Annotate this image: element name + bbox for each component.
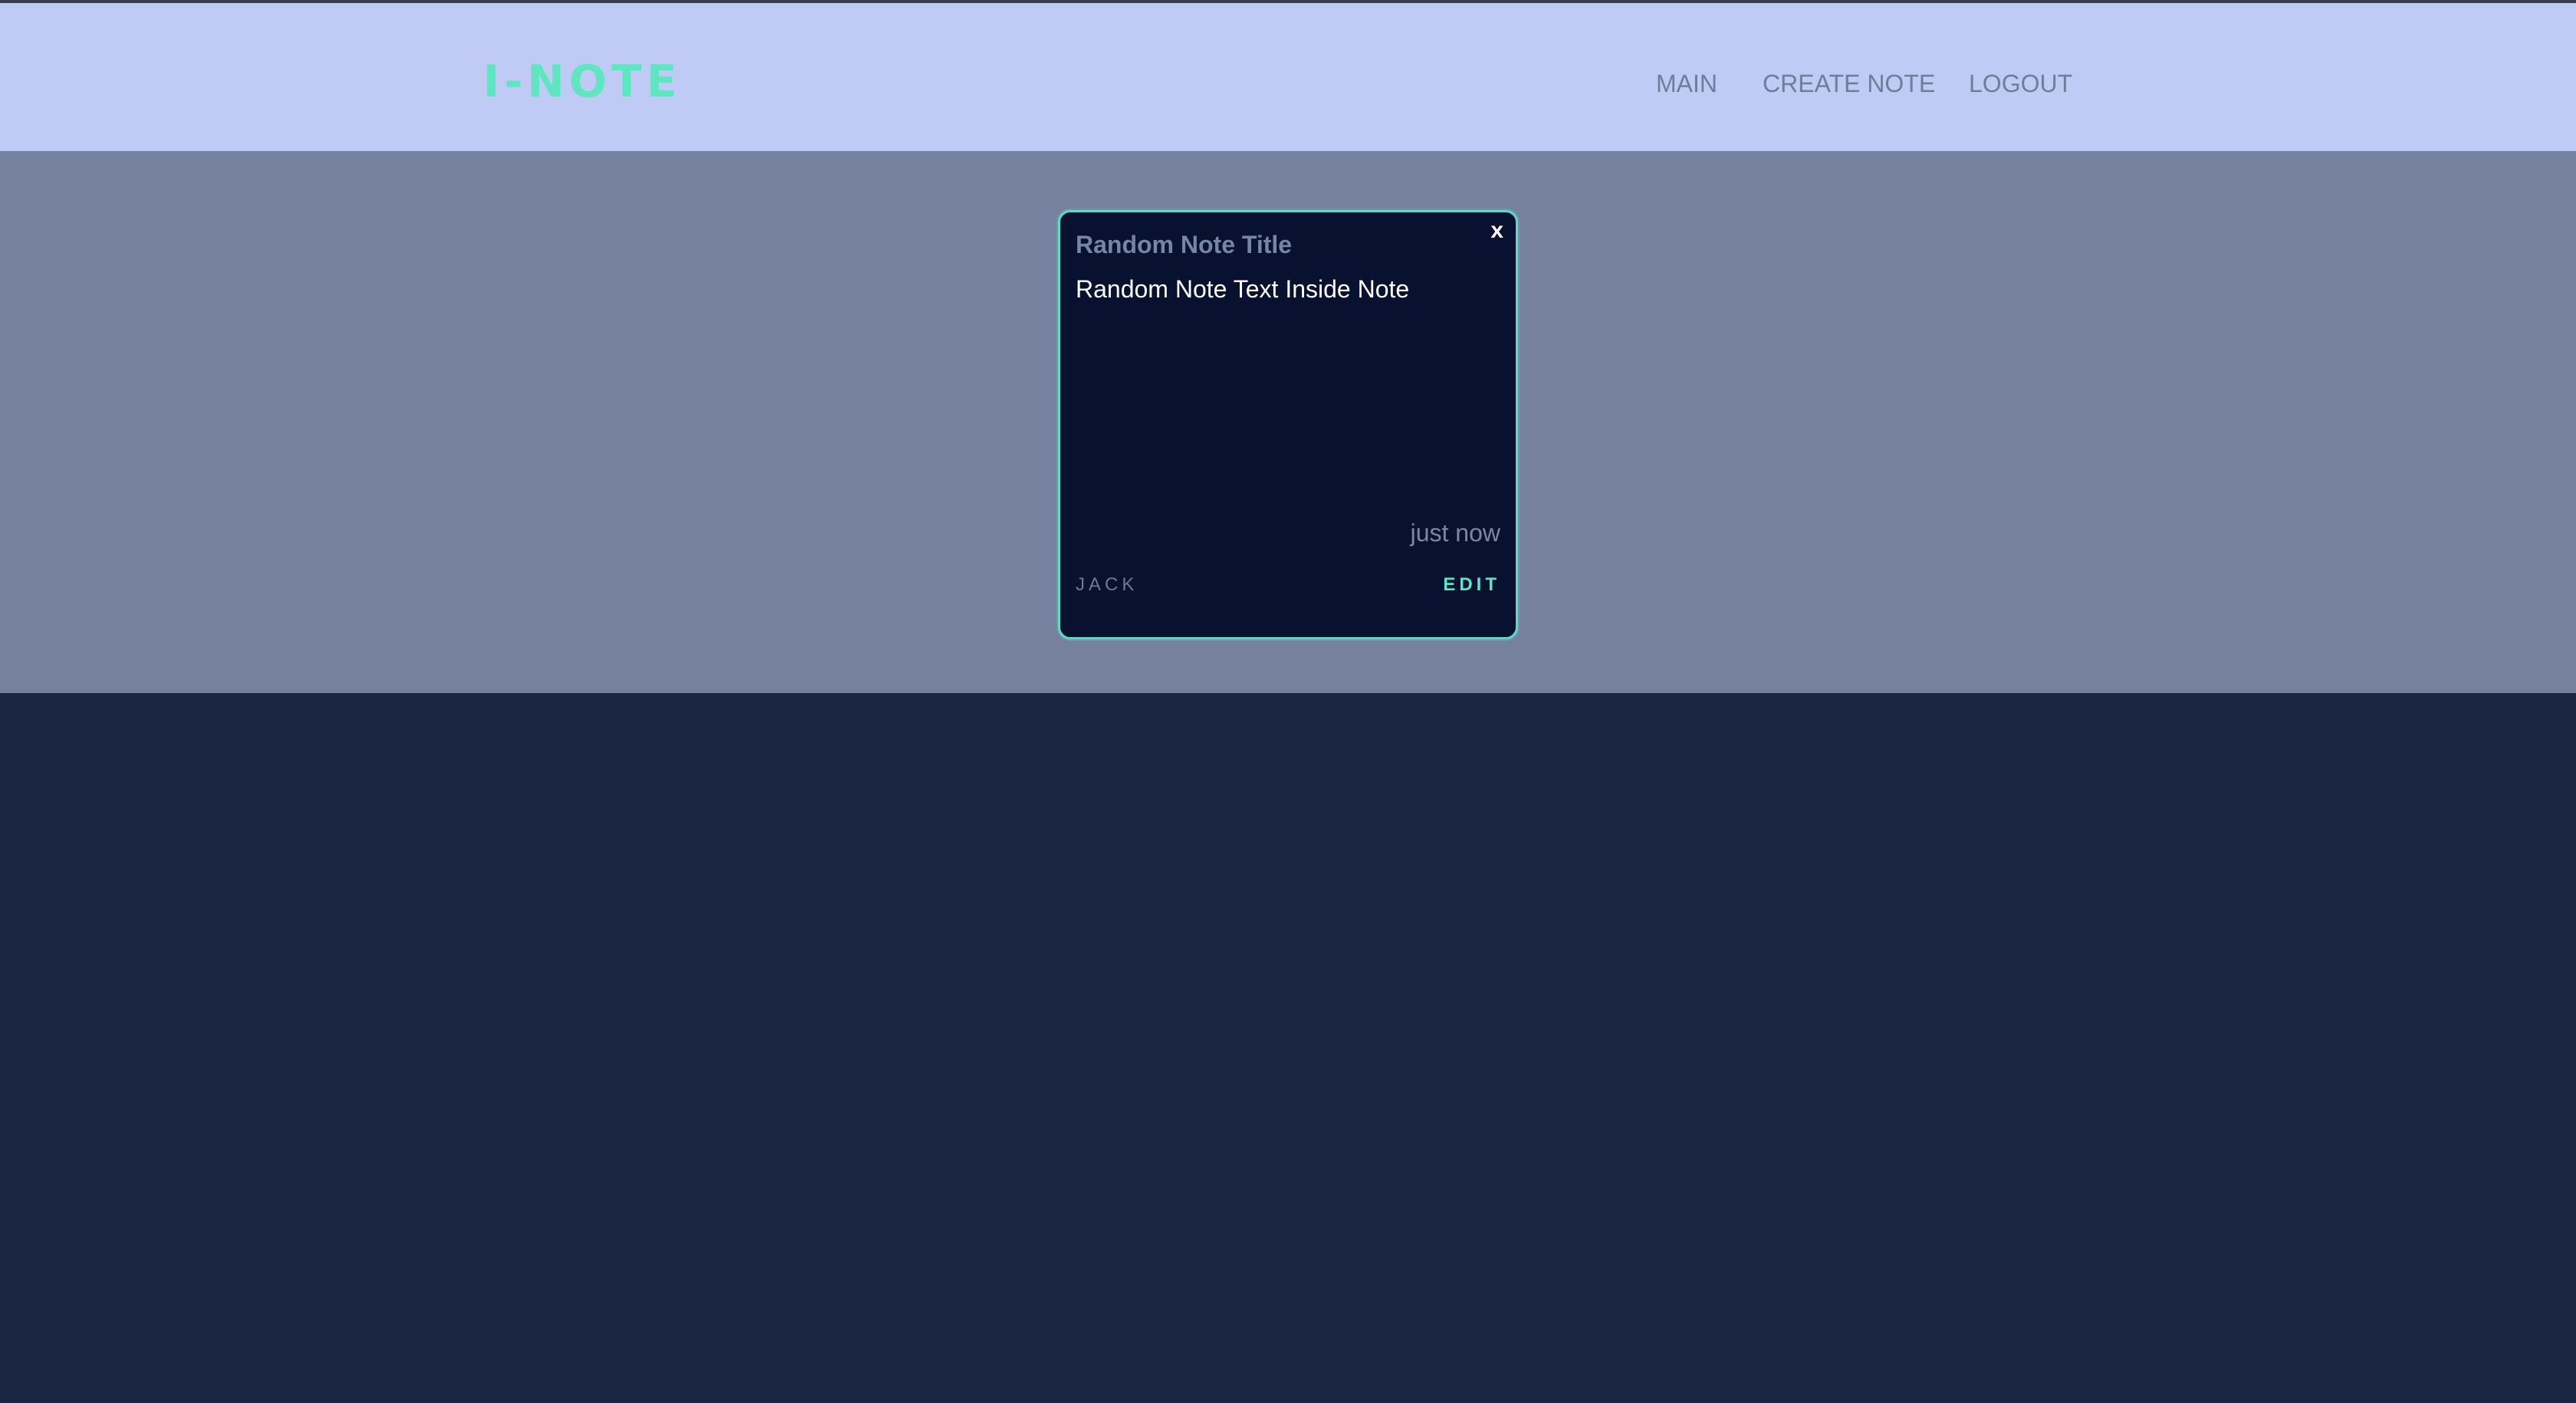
edit-note-button[interactable]: EDIT	[1443, 571, 1500, 599]
nav-create-note-link[interactable]: CREATE NOTE	[1763, 64, 1935, 103]
top-navbar: I-NOTE MAIN CREATE NOTE LOGOUT	[0, 3, 2576, 151]
note-timestamp: just now	[1410, 519, 1500, 547]
nav-logout-link[interactable]: LOGOUT	[1969, 64, 2072, 103]
nav-main-link[interactable]: MAIN	[1656, 64, 1717, 103]
page-body	[0, 693, 2576, 1403]
close-note-button[interactable]: x	[1490, 215, 1503, 246]
main-nav: MAIN CREATE NOTE LOGOUT	[0, 64, 2576, 103]
note-card: x Random Note Title Random Note Text Ins…	[1058, 210, 1518, 639]
note-body-text: Random Note Text Inside Note	[1076, 275, 1410, 303]
note-author: JACK	[1076, 574, 1138, 595]
note-title: Random Note Title	[1076, 231, 1293, 258]
